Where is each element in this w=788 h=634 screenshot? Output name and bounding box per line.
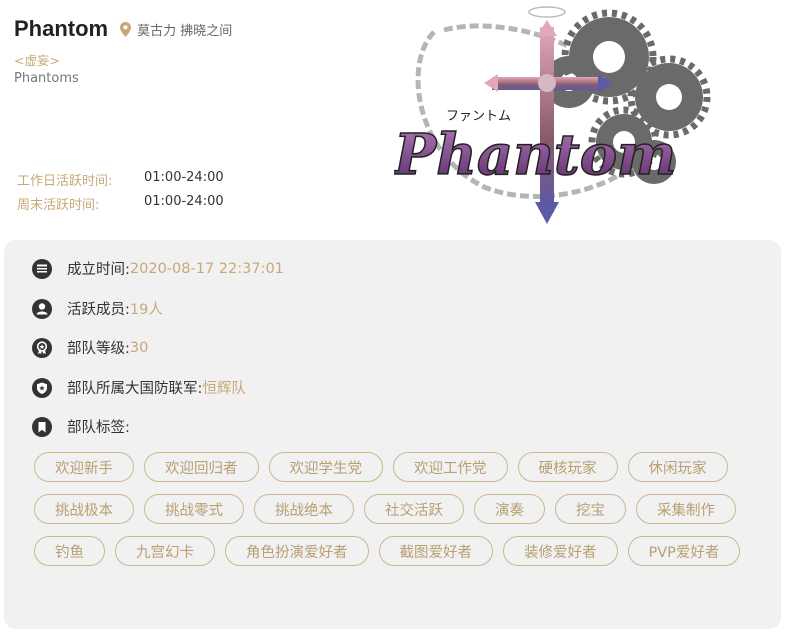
tag-chip[interactable]: 采集制作 bbox=[636, 494, 736, 524]
calendar-icon bbox=[32, 258, 52, 279]
tags-label: 部队标签: bbox=[67, 420, 130, 436]
tag-chip[interactable]: 挑战零式 bbox=[144, 494, 244, 524]
tag-chip[interactable]: 社交活跃 bbox=[364, 494, 464, 524]
fc-profile-page: Phantom 莫古力 拂晓之间 <虚妄> Phantoms 工作日活跃时间: … bbox=[0, 0, 788, 634]
rank-label: 部队等级: bbox=[67, 341, 130, 357]
title-row: Phantom 莫古力 拂晓之间 bbox=[14, 16, 232, 42]
bookmark-icon bbox=[32, 416, 52, 437]
founded-label: 成立时间: bbox=[67, 262, 130, 278]
tag-chip[interactable]: 硬核玩家 bbox=[517, 452, 618, 482]
tag-chip[interactable]: 欢迎回归者 bbox=[144, 452, 259, 482]
tag-chip[interactable]: 截图爱好者 bbox=[378, 536, 493, 566]
members-label: 活跃成员: bbox=[67, 302, 130, 318]
fc-tag: <虚妄> bbox=[14, 53, 60, 68]
fc-header: Phantom 莫古力 拂晓之间 <虚妄> Phantoms 工作日活跃时间: … bbox=[0, 0, 788, 232]
fc-name-en: Phantoms bbox=[14, 71, 79, 86]
fc-info-panel: 成立时间: 2020-08-17 22:37:01 活跃成员: 19人 部队等级… bbox=[4, 240, 781, 629]
tag-chip[interactable]: 欢迎工作党 bbox=[393, 452, 508, 482]
active-time-label: 工作日活跃时间: bbox=[17, 174, 113, 189]
fc-name: Phantom bbox=[14, 16, 109, 41]
grand-company-row: 部队所属大国防联军: 恒辉队 bbox=[32, 377, 246, 398]
tag-chip[interactable]: 钓鱼 bbox=[34, 536, 105, 566]
user-icon bbox=[32, 298, 52, 319]
server-location-text: 莫古力 拂晓之间 bbox=[137, 23, 233, 39]
tag-chip[interactable]: 挖宝 bbox=[555, 494, 626, 524]
rank-row: 部队等级: 30 bbox=[32, 337, 148, 358]
fc-crest-logo: ファントム Phantom bbox=[394, 6, 711, 224]
tag-chip[interactable]: 九宫幻卡 bbox=[115, 536, 215, 566]
founded-row: 成立时间: 2020-08-17 22:37:01 bbox=[32, 258, 284, 279]
tag-chip[interactable]: 挑战绝本 bbox=[254, 494, 354, 524]
rank-badge-icon bbox=[32, 337, 52, 358]
tag-chip[interactable]: 欢迎新手 bbox=[34, 452, 134, 482]
tag-chip[interactable]: 欢迎学生党 bbox=[268, 452, 383, 482]
crest-logo-text: Phantom bbox=[394, 122, 676, 188]
active-time-weekend: 周末活跃时间: 01:00-24:00 bbox=[17, 194, 224, 213]
active-time-weekday: 工作日活跃时间: 01:00-24:00 bbox=[17, 170, 224, 189]
active-time-value: 01:00-24:00 bbox=[144, 170, 224, 185]
tag-chip[interactable]: PVP爱好者 bbox=[627, 536, 741, 566]
tag-chip[interactable]: 演奏 bbox=[474, 494, 545, 524]
members-value: 19人 bbox=[129, 302, 163, 318]
grand-company-label: 部队所属大国防联军: bbox=[67, 381, 203, 397]
tag-chip[interactable]: 装修爱好者 bbox=[503, 536, 618, 566]
founded-value: 2020-08-17 22:37:01 bbox=[129, 260, 284, 277]
tag-chip[interactable]: 休闲玩家 bbox=[627, 452, 728, 482]
server-location: 莫古力 拂晓之间 bbox=[120, 20, 232, 39]
location-pin-icon bbox=[120, 21, 132, 37]
tag-chip[interactable]: 挑战极本 bbox=[34, 494, 134, 524]
grand-company-value: 恒辉队 bbox=[202, 381, 246, 397]
active-time-label: 周末活跃时间: bbox=[17, 198, 100, 213]
shield-icon bbox=[32, 377, 52, 398]
tag-chip[interactable]: 角色扮演爱好者 bbox=[225, 536, 369, 566]
tags-label-row: 部队标签: bbox=[32, 416, 130, 437]
members-row: 活跃成员: 19人 bbox=[32, 298, 163, 319]
active-time-value: 01:00-24:00 bbox=[144, 194, 224, 209]
rank-value: 30 bbox=[129, 339, 149, 356]
tag-list: 欢迎新手 欢迎回归者 欢迎学生党 欢迎工作党 硬核玩家 休闲玩家挑战极本 挑战零式 挑战绝本社… bbox=[34, 452, 754, 578]
